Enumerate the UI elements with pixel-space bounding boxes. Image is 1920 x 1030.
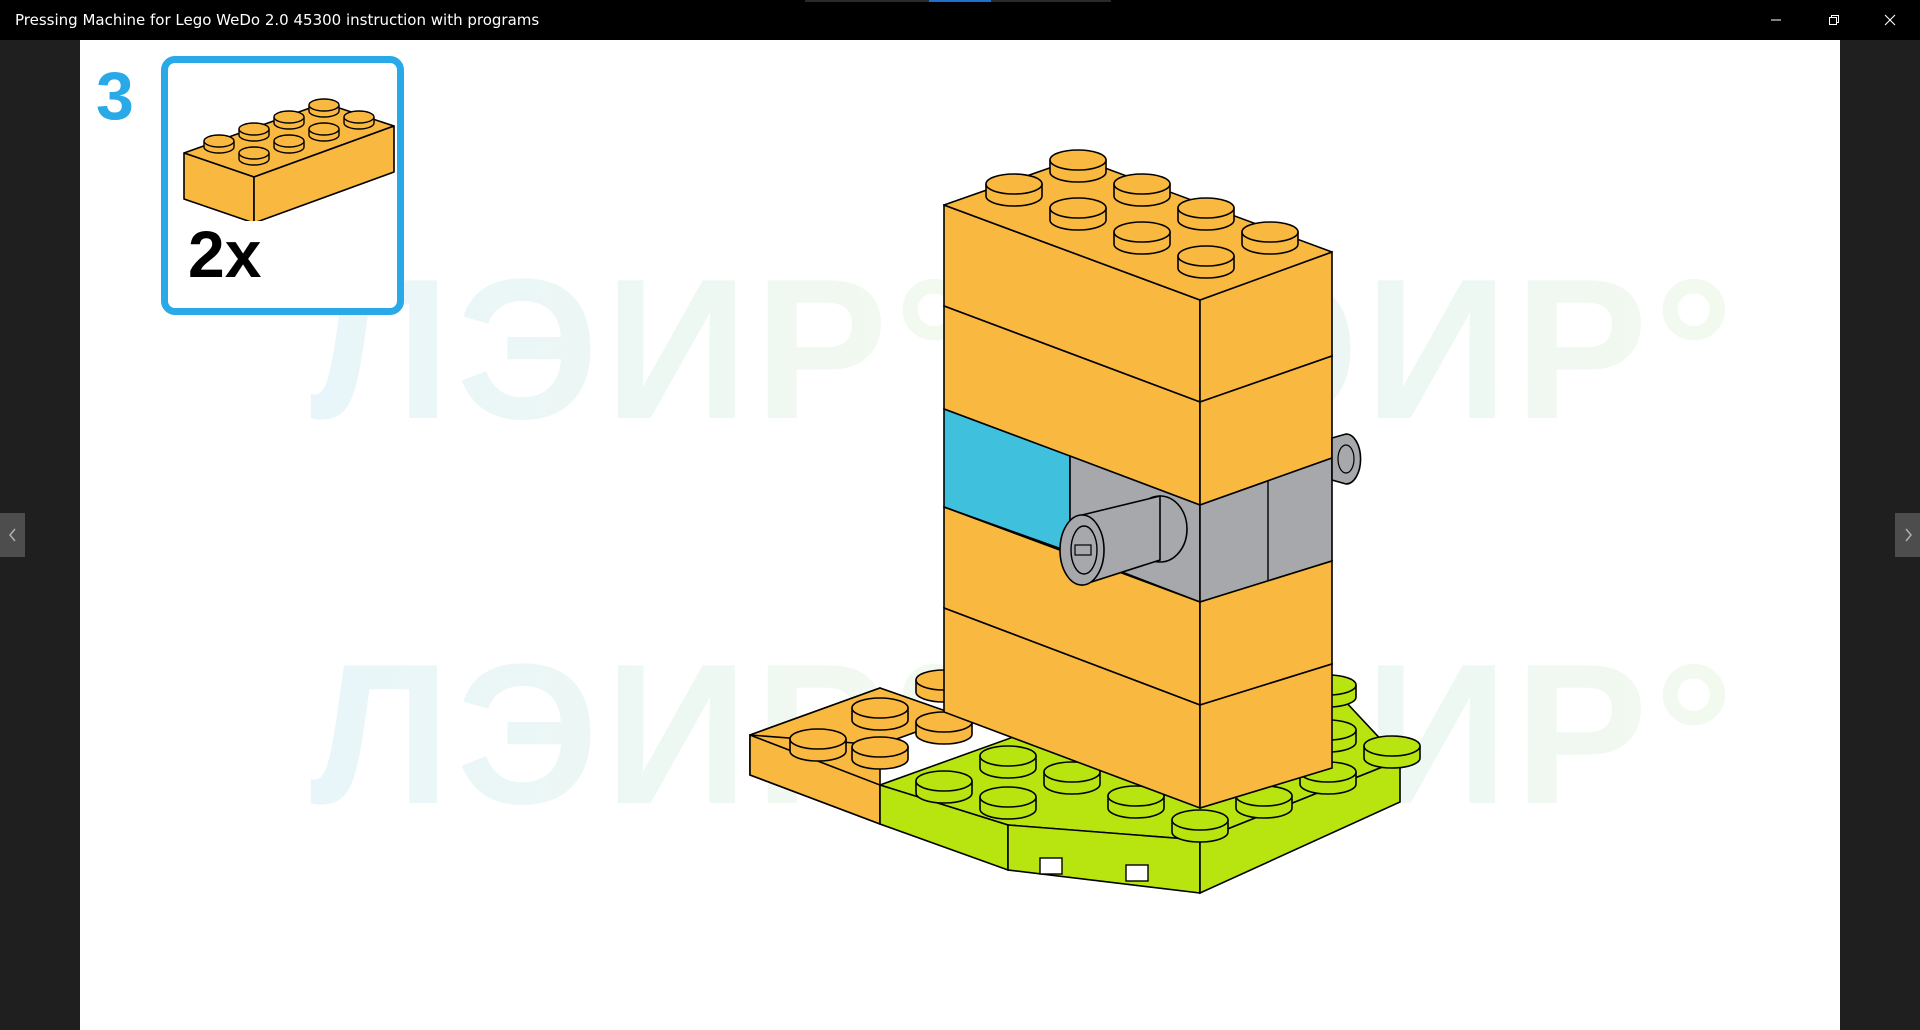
title-bar: Pressing Machine for Lego WeDo 2.0 45300… xyxy=(0,0,1920,40)
top-indicator-active xyxy=(929,0,991,2)
window-title: Pressing Machine for Lego WeDo 2.0 45300… xyxy=(15,11,540,29)
close-icon xyxy=(1884,14,1896,26)
chevron-right-icon xyxy=(1904,528,1912,542)
technic-pin-side xyxy=(1331,433,1362,485)
document-viewer: ЛЭИР° ЛЭИР° ЛЭИР° ЛЭИР° 3 2x xyxy=(0,40,1920,1030)
top-indicator-left xyxy=(805,0,929,2)
model-illustration xyxy=(749,149,1421,895)
top-indicator-right xyxy=(991,0,1111,2)
close-button[interactable] xyxy=(1862,0,1918,40)
previous-page-button[interactable] xyxy=(0,513,25,557)
restore-icon xyxy=(1829,15,1839,25)
minimize-icon xyxy=(1771,19,1781,21)
next-page-button[interactable] xyxy=(1895,513,1920,557)
instruction-page: ЛЭИР° ЛЭИР° ЛЭИР° ЛЭИР° 3 2x xyxy=(80,40,1840,1030)
minimize-button[interactable] xyxy=(1748,0,1804,40)
chevron-left-icon xyxy=(8,528,16,542)
restore-button[interactable] xyxy=(1806,0,1862,40)
tower-right-face xyxy=(1199,250,1333,810)
